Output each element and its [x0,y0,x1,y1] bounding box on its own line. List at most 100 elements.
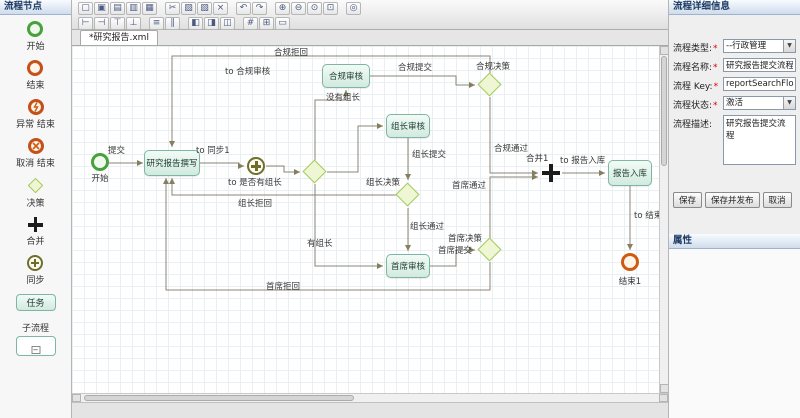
vscroll-thumb[interactable] [661,56,667,166]
zoom-actual-button[interactable]: ⊙ [307,2,322,15]
save-button[interactable]: ▤ [110,2,125,15]
decision-node-compliance[interactable] [478,73,502,97]
form-row-key: 流程 Key:* [673,77,796,92]
process-type-select[interactable]: --行政管理 [723,39,796,53]
align-top-icon: ⊤ [114,18,122,28]
diagram-canvas[interactable]: 开始 研究报告撰写 合规审核 合规决策 组长审核 组长决策 首席审核 首席决策 … [72,46,668,393]
task-node-compliance[interactable]: 合规审核 [322,64,370,88]
print-icon: ▦ [145,3,154,13]
cancel-end-event-icon [28,138,44,154]
scroll-up-arrow-icon[interactable] [660,46,668,55]
required-asterisk: * [713,63,718,73]
save-as-button[interactable]: ▥ [126,2,141,15]
paste-button[interactable]: ▧ [197,2,212,15]
process-name-input[interactable] [723,58,796,72]
task-node-write[interactable]: 研究报告撰写 [144,150,200,176]
align-bottom-button[interactable]: ⊥ [126,17,141,30]
match-height-button[interactable]: ◨ [204,17,219,30]
sync-gateway-icon [27,255,43,271]
workflow-designer-app: 流程节点 开始 结束 异常 结束 取消 结束 [0,0,800,418]
process-description-textarea[interactable]: 研究报告提交流程 [723,115,796,165]
collapse-minus-icon: − [31,346,40,354]
page-setup-button[interactable]: ▭ [275,17,290,30]
field-label: 流程类型:* [673,39,723,54]
redo-button[interactable]: ↷ [252,2,267,15]
document-tab[interactable]: *研究报告.xml [80,30,158,45]
hscroll-thumb[interactable] [84,395,354,401]
open-button[interactable]: ▣ [94,2,109,15]
undo-button[interactable]: ↶ [236,2,251,15]
preview-button[interactable]: ◎ [346,2,361,15]
dropdown-arrow-icon[interactable] [783,40,795,52]
palette-item-label: 子流程 [22,321,49,334]
canvas-hscrollbar[interactable] [72,393,668,402]
palette-item-end[interactable]: 结束 [26,60,44,91]
print-button[interactable]: ▦ [142,2,157,15]
zoom-out-button[interactable]: ⊖ [291,2,306,15]
align-right-button[interactable]: ⊣ [94,17,109,30]
cut-button[interactable]: ✂ [165,2,180,15]
delete-button[interactable]: × [213,2,228,15]
task-node-store[interactable]: 报告入库 [608,160,652,186]
task-node-chief[interactable]: 首席审核 [386,254,430,278]
palette-item-label: 异常 结束 [16,117,55,130]
process-status-select[interactable]: 激活 [723,96,796,110]
distribute-h-button[interactable]: ≡ [149,17,164,30]
scroll-down-arrow-icon[interactable] [660,384,668,393]
zoom-in-icon: ⊕ [279,3,287,13]
task-node-leader[interactable]: 组长审核 [386,114,430,138]
palette-item-start[interactable]: 开始 [26,21,44,52]
end-event-node[interactable] [621,253,639,271]
palette-item-sync[interactable]: 同步 [26,255,44,286]
save-button[interactable]: 保存 [673,192,702,208]
palette-item-task[interactable]: 任务 [16,294,56,311]
palette-item-cancel-end[interactable]: 取消 结束 [16,138,55,169]
palette-item-subprocess[interactable]: 子流程 − [16,319,56,356]
match-width-button[interactable]: ◧ [188,17,203,30]
sync-gateway-node[interactable] [247,157,265,175]
match-size-button[interactable]: ◫ [220,17,235,30]
edge-label: 提交 [108,144,125,156]
toggle-grid-button[interactable]: # [243,17,258,30]
scroll-right-arrow-icon[interactable] [659,394,668,402]
decision-node-leader-check[interactable] [303,160,327,184]
copy-button[interactable]: ▨ [181,2,196,15]
distribute-v-button[interactable]: ∥ [165,17,180,30]
new-button[interactable]: ▢ [78,2,93,15]
merge-gateway-node[interactable] [542,164,560,182]
canvas-vscrollbar[interactable] [659,46,668,393]
edge-label: 合规拒回 [274,46,308,58]
zoom-fit-button[interactable]: ⊡ [323,2,338,15]
cancel-button[interactable]: 取消 [763,192,792,208]
scroll-left-arrow-icon[interactable] [72,394,81,402]
align-top-button[interactable]: ⊤ [110,17,125,30]
palette-header: 流程节点 [0,0,71,15]
field-label: 流程 Key:* [673,77,723,92]
palette-item-decision[interactable]: 决策 [26,177,44,209]
process-key-input[interactable] [723,77,796,91]
align-right-icon: ⊣ [98,18,106,28]
process-type-value: --行政管理 [724,40,783,52]
edge-label: to 合规审核 [225,65,270,77]
snap-grid-icon: ⊞ [263,18,271,28]
save-publish-button[interactable]: 保存并发布 [705,192,760,208]
edge-label: 组长拒回 [238,197,272,209]
snap-grid-button[interactable]: ⊞ [259,17,274,30]
palette-item-error-end[interactable]: 异常 结束 [16,99,55,130]
node-label: 开始 [80,172,120,184]
zoom-in-button[interactable]: ⊕ [275,2,290,15]
dropdown-arrow-icon[interactable] [783,97,795,109]
node-label: 结束1 [612,275,648,287]
process-detail-form: 流程类型:* --行政管理 流程名称:* 流程 Key:* 流程状态:* [669,15,800,172]
bottom-strip [72,402,668,418]
zoom-fit-icon: ⊡ [327,3,335,13]
start-event-node[interactable] [91,153,109,171]
zoom-actual-icon: ⊙ [311,3,319,13]
distribute-v-icon: ∥ [170,18,175,28]
edge-label: to 报告入库 [560,154,605,166]
copy-icon: ▨ [184,3,193,13]
editor-center: ▢▣▤▥ ▦ ✂ ▨ ▧× ↶↷ ⊕ ⊖ ⊙ ⊡ ◎ ⊢ ⊣ ⊤ ⊥ ≡ ∥ ◧◨◫ # ⊞ ▭ *研究报告.xml [72,0,668,418]
palette-item-merge[interactable]: 合并 [26,217,44,247]
diagram-layer: 开始 研究报告撰写 合规审核 合规决策 组长审核 组长决策 首席审核 首席决策 … [78,46,658,393]
align-left-button[interactable]: ⊢ [78,17,93,30]
